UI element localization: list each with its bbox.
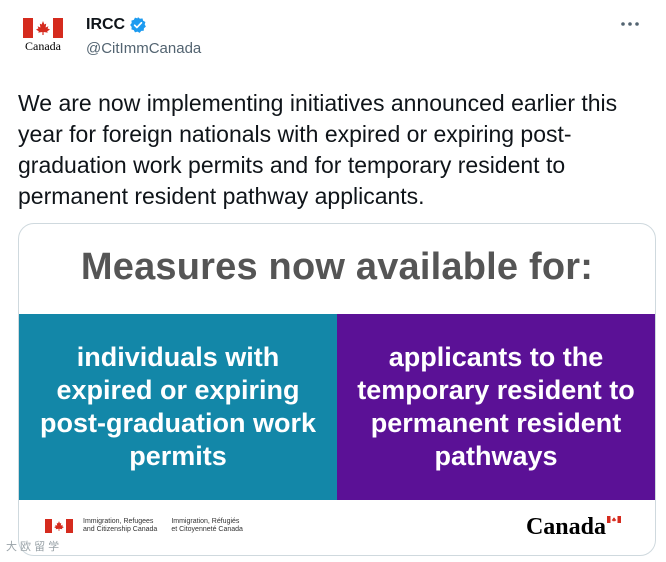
- media-right-panel-text: applicants to the temporary resident to …: [357, 342, 635, 471]
- media-footer: Immigration, Refugees and Citizenship Ca…: [19, 500, 655, 555]
- more-options-icon: [621, 22, 639, 26]
- tweet-media-image[interactable]: Measures now available for: individuals …: [18, 223, 656, 556]
- avatar-wordmark: Canada: [25, 39, 61, 53]
- watermark: 大 欧 留 学: [6, 541, 60, 553]
- media-right-panel: applicants to the temporary resident to …: [337, 314, 655, 500]
- department-name-en: Immigration, Refugees and Citizenship Ca…: [83, 518, 158, 533]
- department-name-fr: Immigration, Réfugiés et Citoyenneté Can…: [171, 518, 243, 533]
- canada-wordmark-text: Canada: [525, 514, 606, 540]
- canada-wordmark: Canada: [526, 514, 621, 541]
- tweet-text: We are now implementing initiatives anno…: [18, 90, 618, 209]
- media-headline: Measures now available for:: [80, 246, 594, 288]
- department-signature: Immigration, Refugees and Citizenship Ca…: [45, 518, 257, 534]
- avatar[interactable]: Canada: [18, 14, 68, 64]
- display-name[interactable]: IRCC: [86, 16, 125, 34]
- account-name-row: IRCC: [86, 16, 147, 34]
- more-options-button[interactable]: [618, 12, 642, 36]
- account-handle[interactable]: @CitImmCanada: [86, 40, 201, 57]
- verified-badge-icon: [130, 17, 146, 33]
- tweet: Canada IRCC @CitImmCanada We are now imp…: [0, 0, 666, 562]
- canada-flag-icon: [607, 516, 621, 523]
- media-left-panel-text: individuals with expired or expiring pos…: [40, 342, 316, 471]
- canada-flag-icon: [45, 519, 73, 533]
- canada-flag-icon: [23, 18, 63, 38]
- media-left-panel: individuals with expired or expiring pos…: [19, 314, 337, 500]
